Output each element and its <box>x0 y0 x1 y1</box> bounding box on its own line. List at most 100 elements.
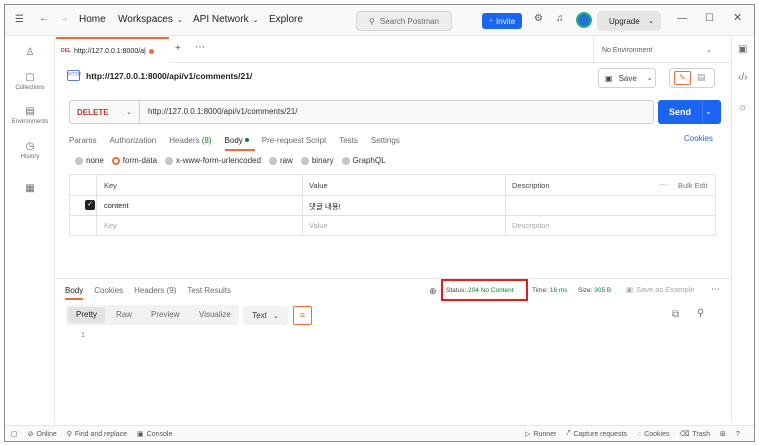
code-icon[interactable]: ‹/› <box>738 73 747 83</box>
sidebar-item-user[interactable]: ♙ <box>5 47 55 60</box>
environment-select[interactable]: No Environment ⌄ <box>593 37 720 63</box>
sidebar-item-history[interactable]: ◷ History <box>5 141 55 160</box>
nav-home[interactable]: Home <box>79 14 106 25</box>
console-button[interactable]: ▣ Console <box>137 430 172 439</box>
response-tab-cookies[interactable]: Cookies <box>94 286 123 295</box>
new-value-field[interactable]: Value <box>309 221 328 230</box>
nav-api-network[interactable]: API Network ⌄ <box>193 14 258 25</box>
avatar[interactable] <box>576 12 592 28</box>
sidebar-item-collections[interactable]: ▢ Collections <box>5 72 55 91</box>
new-key-field[interactable]: Key <box>104 221 117 230</box>
sidebar-item-apps[interactable]: ▦ <box>5 183 55 196</box>
toggle-sidebar-icon[interactable]: ▢ <box>11 430 18 438</box>
response-tab-body[interactable]: Body <box>65 286 84 300</box>
bulk-edit-button[interactable]: Bulk Edit <box>678 181 708 190</box>
tab-headers[interactable]: Headers (8) <box>169 136 211 145</box>
chevron-down-icon[interactable]: ⌄ <box>705 107 712 116</box>
invite-button[interactable]: ⁺ Invite <box>482 13 522 29</box>
online-status[interactable]: ⊘ Online <box>28 430 57 439</box>
settings-icon[interactable]: ⚙ <box>534 14 543 24</box>
top-bar: ☰ ← → Home Workspaces ⌄ API Network ⌄ Expl… <box>5 5 754 36</box>
sidebar-item-label: History <box>20 154 40 160</box>
lightbulb-icon[interactable]: ☼ <box>738 103 747 113</box>
method-select[interactable]: DELETE ⌄ <box>70 101 140 123</box>
environment-quicklook-icon[interactable]: ▣ <box>738 45 747 55</box>
radio-form-data[interactable]: form-data <box>111 156 157 165</box>
sidebar-item-environments[interactable]: ▤ Environments <box>5 106 55 125</box>
url-input[interactable]: http://127.0.0.1:8000/api/v1/comments/21… <box>148 107 297 116</box>
maximize-icon[interactable]: ☐ <box>705 14 714 24</box>
response-size[interactable]: Size: 305 B <box>578 287 611 294</box>
radio-dot <box>268 156 277 165</box>
forward-arrow-icon[interactable]: → <box>59 14 69 24</box>
radio-x-www-form-urlencoded[interactable]: x-www-form-urlencoded <box>165 156 261 165</box>
wrap-lines-icon[interactable]: ≡ <box>293 306 312 325</box>
nav-workspaces[interactable]: Workspaces ⌄ <box>118 14 183 25</box>
request-title[interactable]: http://127.0.0.1:8000/api/v1/comments/21… <box>86 71 252 81</box>
capture-label: Capture requests <box>573 430 628 438</box>
help-icon[interactable]: ? <box>736 431 740 438</box>
view-mode-raw[interactable]: Raw <box>116 310 132 319</box>
tab-body[interactable]: Body <box>224 136 256 151</box>
tab-settings[interactable]: Settings <box>371 136 400 145</box>
tab-authorization[interactable]: Authorization <box>110 136 157 145</box>
view-mode-visualize[interactable]: Visualize <box>199 310 231 319</box>
radio-graphql[interactable]: GraphQL <box>341 156 386 165</box>
new-tab-plus-icon[interactable]: + <box>175 44 181 54</box>
save-as-example-button[interactable]: ▣ Save as Example <box>626 285 694 294</box>
row-key-field[interactable]: content <box>104 201 129 210</box>
send-button[interactable]: Send ⌄ <box>658 100 721 124</box>
nav-explore[interactable]: Explore <box>269 14 303 25</box>
more-tabs-icon[interactable]: ⋯ <box>195 43 205 53</box>
tab-pre-request-script[interactable]: Pre-request Script <box>262 136 326 145</box>
upgrade-button[interactable]: Upgrade ⌄ <box>597 11 661 31</box>
layout-icon[interactable]: ⊞ <box>720 430 726 438</box>
search-icon[interactable]: ⚲ <box>697 309 704 319</box>
left-sidebar: ♙ ▢ Collections ▤ Environments ◷ History… <box>5 37 55 422</box>
row-checkbox[interactable]: ✓ <box>85 200 95 210</box>
more-options-icon[interactable]: ⋯ <box>711 284 720 295</box>
back-arrow-icon[interactable]: ← <box>39 14 49 24</box>
radio-binary[interactable]: binary <box>300 156 334 165</box>
capture-requests-button[interactable]: ⤤ Capture requests <box>566 430 627 438</box>
save-button[interactable]: ▣ Save ⌄ <box>598 68 656 88</box>
radio-raw[interactable]: raw <box>268 156 293 165</box>
radio-dot <box>300 156 309 165</box>
documentation-icon[interactable]: ▤ <box>697 72 706 83</box>
response-tab-test-results[interactable]: Test Results <box>187 286 231 295</box>
chevron-down-icon: ⌄ <box>252 16 259 24</box>
tab-params[interactable]: Params <box>69 136 97 145</box>
tab-tests[interactable]: Tests <box>339 136 358 145</box>
close-icon[interactable]: ✕ <box>733 13 742 24</box>
globe-icon[interactable]: ⊕ <box>429 286 437 297</box>
cookies-button[interactable]: ◌ Cookies <box>637 431 669 438</box>
more-options-icon[interactable]: ⋯ <box>659 180 667 189</box>
copy-icon[interactable]: ⧉ <box>672 310 679 320</box>
new-description-field[interactable]: Description <box>512 221 550 230</box>
response-tab-headers[interactable]: Headers (9) <box>134 286 176 295</box>
view-mode-pretty[interactable]: Pretty <box>68 307 105 323</box>
cookies-link[interactable]: Cookies <box>684 134 713 143</box>
format-select[interactable]: Text ⌄ <box>243 306 288 325</box>
response-divider[interactable] <box>56 278 731 279</box>
search-input[interactable]: ⚲ Search Postman <box>356 11 452 31</box>
tab-request[interactable]: DEL http://127.0.0.1:8000/a| <box>56 37 169 63</box>
row-value-field[interactable]: 댓글 내용! <box>309 201 341 212</box>
response-status[interactable]: Status: 204 No Content <box>446 287 514 294</box>
status-label: Status: <box>446 287 467 294</box>
runner-button[interactable]: ▷ Runner <box>525 430 556 439</box>
collections-icon: ▢ <box>25 72 35 83</box>
find-and-replace-button[interactable]: ⚲ Find and replace <box>67 430 127 439</box>
sidebar-item-label: Environments <box>11 119 49 125</box>
edit-pencil-icon[interactable]: ✎ <box>674 71 691 85</box>
apps-icon: ▦ <box>25 183 35 194</box>
radio-none[interactable]: none <box>75 156 104 165</box>
view-mode-preview[interactable]: Preview <box>151 310 179 319</box>
response-time[interactable]: Time: 16 ms <box>532 287 568 294</box>
menu-icon[interactable]: ☰ <box>15 15 24 25</box>
table-divider <box>70 195 715 196</box>
notification-bell-icon[interactable]: ♫ <box>556 14 564 24</box>
minimize-icon[interactable]: — <box>677 14 687 24</box>
trash-button[interactable]: ⌫ Trash <box>679 430 710 439</box>
view-mode-group: Pretty Raw Preview Visualize <box>66 305 239 325</box>
